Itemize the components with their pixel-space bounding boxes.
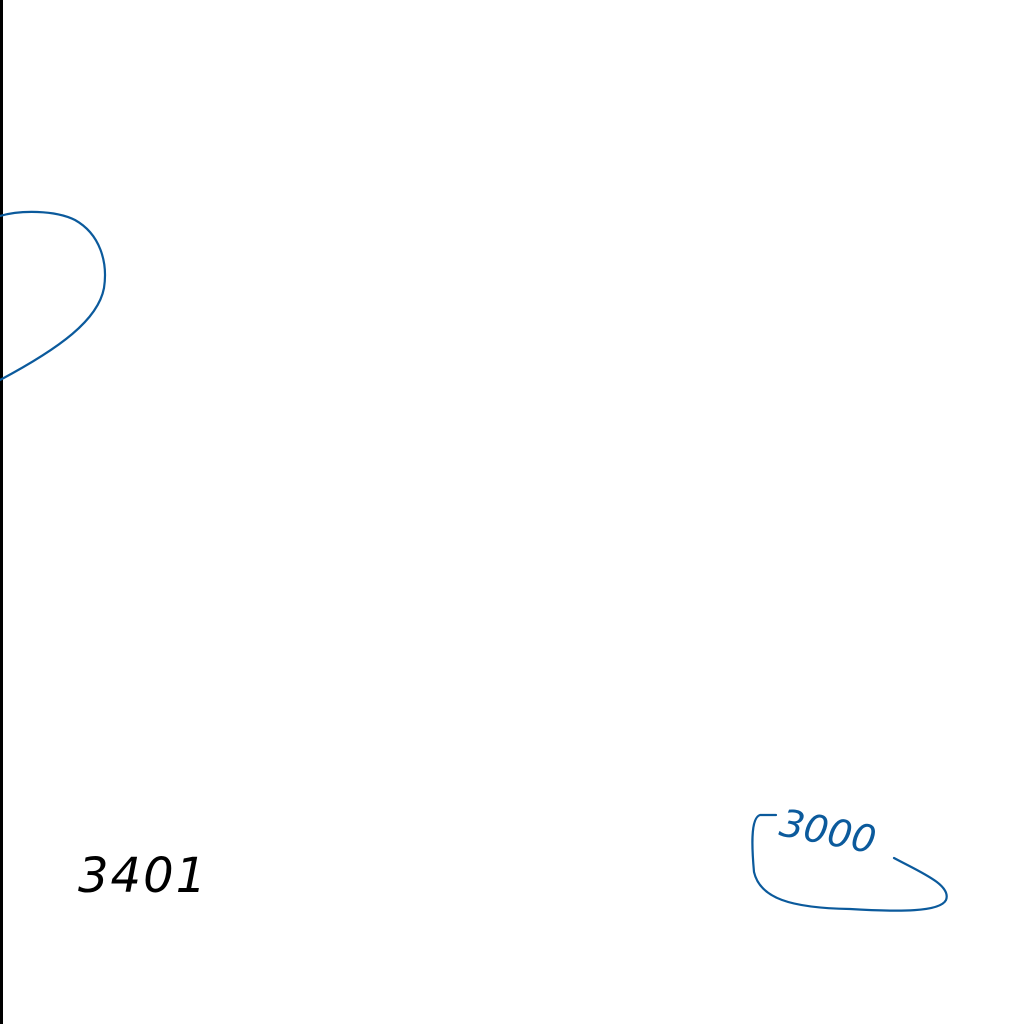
contour-line-left <box>0 210 107 382</box>
spot-height-label: 3401 <box>78 848 209 904</box>
topographic-map: 3000 3401 <box>0 0 1024 1024</box>
contour-label-3000: 3000 <box>776 801 879 863</box>
